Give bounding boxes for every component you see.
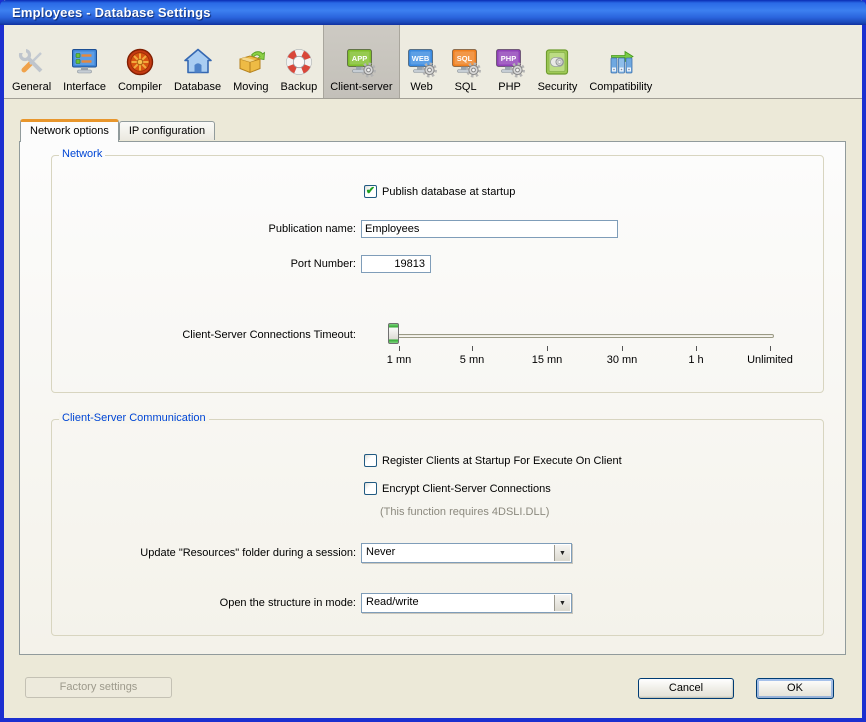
tab-panel: Network ✔ Publish database at startup Pu… [19,141,846,655]
timeout-label: Client-Server Connections Timeout: [56,329,356,341]
sql-monitor-gear-icon: SQL [450,45,482,79]
svg-text:WEB: WEB [411,54,429,63]
structure-mode-dropdown-button[interactable]: ▼ [554,595,570,611]
toolbar-item-general[interactable]: General [6,25,57,98]
toolbar-item-label: Moving [233,81,268,93]
structure-mode-label: Open the structure in mode: [26,597,356,609]
tab-bar: Network options IP configuration [20,119,215,142]
timeout-slider: 1 mn 5 mn 15 mn 30 mn 1 h Unlimited [388,322,780,370]
slider-tick [472,346,473,351]
resources-dropdown-button[interactable]: ▼ [554,545,570,561]
register-checkbox[interactable]: ✔ [364,454,377,467]
cancel-button[interactable]: Cancel [638,678,734,699]
slider-tick-label: Unlimited [730,354,810,366]
publication-name-label: Publication name: [56,223,356,235]
svg-text:PHP: PHP [500,54,515,63]
tab-label: IP configuration [129,125,205,137]
slider-tick [696,346,697,351]
toolbar-item-label: Compatibility [589,81,652,93]
svg-text:APP: APP [352,54,367,63]
publish-checkbox-row: ✔ Publish database at startup [364,185,515,198]
checkmark-icon: ✔ [366,186,375,197]
toolbar-item-label: Security [538,81,578,93]
box-arrow-icon [235,45,267,79]
compiler-dial-icon [124,45,156,79]
slider-tick-label: 1 h [656,354,736,366]
publish-checkbox[interactable]: ✔ [364,185,377,198]
php-monitor-gear-icon: PHP [494,45,526,79]
toolbar-item-compatibility[interactable]: Compatibility [583,25,658,98]
toolbar-item-backup[interactable]: Backup [275,25,324,98]
toolbar: General Interface [4,25,862,99]
window-title: Employees - Database Settings [0,5,211,20]
toolbar-item-label: Backup [281,81,318,93]
slider-track[interactable] [394,334,774,338]
toolbar-item-security[interactable]: Security [532,25,584,98]
toolbar-item-compiler[interactable]: Compiler [112,25,168,98]
slider-tick [622,346,623,351]
network-groupbox-label: Network [59,148,105,160]
ok-button[interactable]: OK [756,678,834,699]
toolbar-item-interface[interactable]: Interface [57,25,112,98]
slider-tick [399,346,400,351]
toolbar-item-sql[interactable]: SQL SQL [444,25,488,98]
structure-mode-dropdown-value: Read/write [366,596,419,608]
toolbar-item-web[interactable]: WEB Web [400,25,444,98]
communication-groupbox-label: Client-Server Communication [59,412,209,424]
factory-settings-button[interactable]: Factory settings [25,677,172,698]
slider-thumb[interactable] [388,323,399,344]
monitor-options-icon [69,45,101,79]
web-monitor-gear-icon: WEB [406,45,438,79]
toolbar-item-label: Web [410,81,432,93]
encrypt-checkbox-row: ✔ Encrypt Client-Server Connections [364,482,551,495]
encrypt-note: (This function requires 4DSLI.DLL) [380,506,549,518]
encrypt-checkbox-label[interactable]: Encrypt Client-Server Connections [382,483,551,495]
resources-dropdown-value: Never [366,546,395,558]
titlebar[interactable]: Employees - Database Settings [0,0,866,25]
toolbar-item-label: General [12,81,51,93]
toolbar-item-label: Client-server [330,81,392,93]
port-number-input[interactable] [361,255,431,273]
binders-arrow-icon [605,45,637,79]
resources-dropdown-label: Update "Resources" folder during a sessi… [26,547,356,559]
register-checkbox-label[interactable]: Register Clients at Startup For Execute … [382,455,622,467]
tab-label: Network options [30,125,109,137]
slider-tick [770,346,771,351]
wrench-screwdriver-icon [16,45,48,79]
slider-tick-label: 15 mn [507,354,587,366]
chevron-down-icon: ▼ [559,550,566,557]
toolbar-item-label: PHP [498,81,521,93]
resources-dropdown[interactable]: Never ▼ [361,543,572,563]
toolbar-item-label: Database [174,81,221,93]
house-icon [182,45,214,79]
publication-name-input[interactable] [361,220,618,238]
toolbar-item-label: SQL [455,81,477,93]
toolbar-item-label: Compiler [118,81,162,93]
encrypt-checkbox[interactable]: ✔ [364,482,377,495]
slider-tick [547,346,548,351]
tab-ip-configuration[interactable]: IP configuration [119,121,215,140]
app-monitor-gear-icon: APP [345,45,377,79]
tab-network-options[interactable]: Network options [20,119,119,142]
port-number-label: Port Number: [56,258,356,270]
toolbar-item-database[interactable]: Database [168,25,227,98]
svg-text:SQL: SQL [456,54,472,63]
safe-icon [541,45,573,79]
dialog-window: Employees - Database Settings General [0,0,866,722]
publish-checkbox-label[interactable]: Publish database at startup [382,186,515,198]
slider-tick-label: 5 mn [432,354,512,366]
toolbar-item-php[interactable]: PHP PHP [488,25,532,98]
slider-tick-label: 1 mn [359,354,439,366]
structure-mode-dropdown[interactable]: Read/write ▼ [361,593,572,613]
lifebuoy-icon [283,45,315,79]
register-checkbox-row: ✔ Register Clients at Startup For Execut… [364,454,622,467]
toolbar-item-label: Interface [63,81,106,93]
toolbar-item-client-server[interactable]: APP Client-server [323,25,399,98]
slider-tick-label: 30 mn [582,354,662,366]
toolbar-item-moving[interactable]: Moving [227,25,274,98]
chevron-down-icon: ▼ [559,600,566,607]
